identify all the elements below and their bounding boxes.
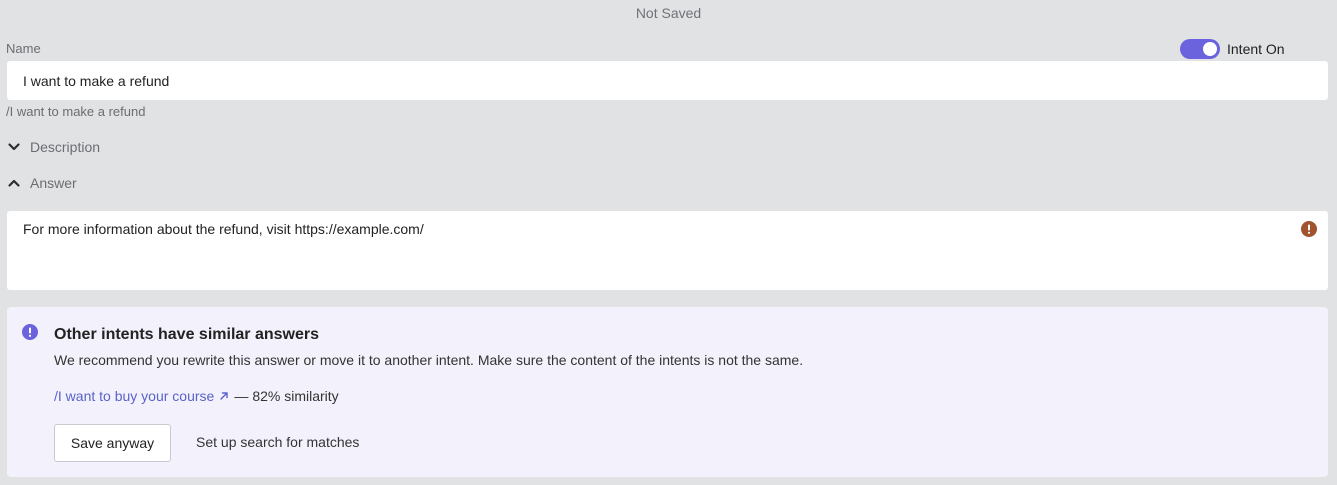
setup-search-button[interactable]: Set up search for matches: [196, 434, 359, 450]
alert-body: We recommend you rewrite this answer or …: [54, 352, 804, 368]
alert-title: Other intents have similar answers: [54, 326, 319, 343]
similar-intent-row: /I want to buy your course — 82% similar…: [54, 388, 339, 404]
toggle-knob: [1203, 42, 1217, 56]
intent-toggle-group: Intent On: [1180, 39, 1285, 59]
similar-answers-alert: Other intents have similar answers We re…: [7, 307, 1328, 477]
intent-toggle-label: Intent On: [1227, 41, 1285, 57]
similar-intent-link-text: /I want to buy your course: [54, 388, 215, 404]
answer-text: For more information about the refund, v…: [23, 221, 424, 237]
answer-toggle[interactable]: Answer: [6, 175, 77, 191]
answer-textarea[interactable]: For more information about the refund, v…: [7, 211, 1328, 290]
answer-toggle-label: Answer: [30, 175, 77, 191]
description-toggle[interactable]: Description: [6, 139, 100, 155]
warning-icon: [1301, 221, 1317, 237]
chevron-up-icon: [8, 179, 20, 187]
intent-slug: /I want to make a refund: [6, 104, 146, 119]
match-separator: —: [234, 388, 249, 404]
description-toggle-label: Description: [30, 139, 101, 155]
chevron-down-icon: [8, 143, 20, 151]
external-arrow-icon: [220, 392, 229, 400]
save-status: Not Saved: [635, 5, 702, 21]
name-label: Name: [6, 41, 41, 56]
intent-toggle[interactable]: [1180, 39, 1220, 59]
info-alert-icon: [22, 324, 38, 340]
name-input[interactable]: [7, 61, 1328, 100]
similarity-score: 82% similarity: [252, 388, 339, 404]
similar-intent-link[interactable]: /I want to buy your course: [54, 388, 230, 404]
save-anyway-button[interactable]: Save anyway: [54, 424, 171, 462]
